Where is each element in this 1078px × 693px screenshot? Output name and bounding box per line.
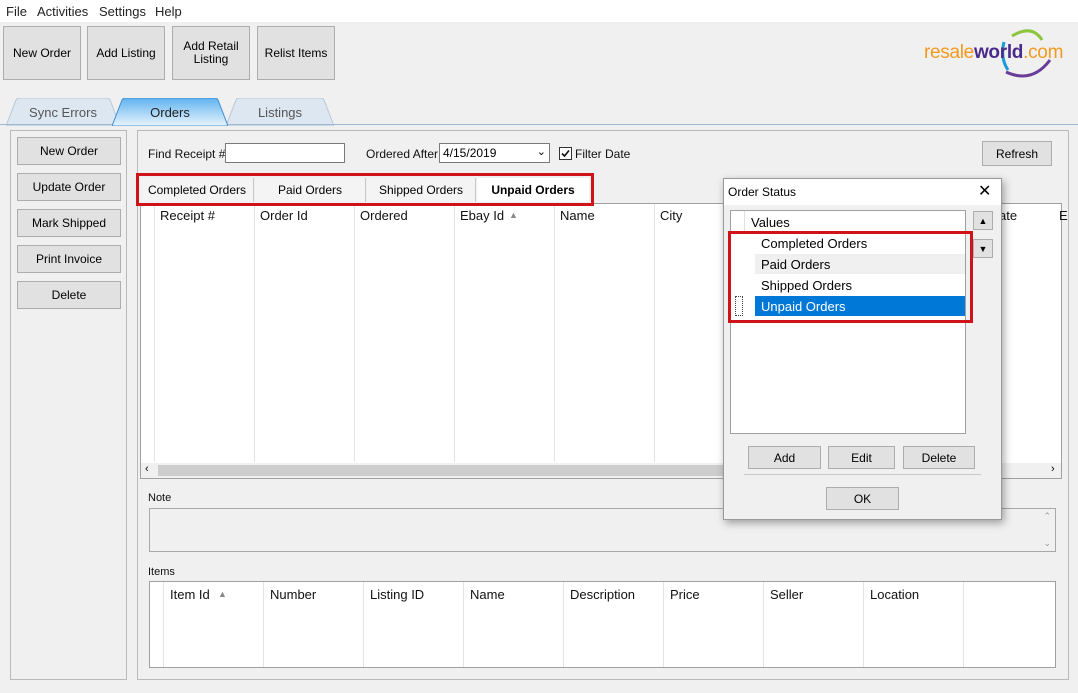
sort-ascending-icon: ▲ bbox=[509, 210, 518, 220]
items-col-name[interactable]: Name bbox=[470, 587, 505, 602]
menu-help[interactable]: Help bbox=[155, 4, 182, 19]
add-listing-button[interactable]: Add Listing bbox=[87, 26, 165, 80]
print-invoice-button[interactable]: Print Invoice bbox=[17, 245, 121, 273]
items-col-divider bbox=[863, 582, 864, 667]
items-col-description[interactable]: Description bbox=[570, 587, 635, 602]
values-header: Values bbox=[731, 211, 965, 233]
close-icon[interactable]: ✕ bbox=[978, 181, 991, 201]
items-label: Items bbox=[148, 566, 175, 578]
items-col-divider bbox=[963, 582, 964, 667]
order-status-dialog: Order Status ✕ Values Completed Orders P… bbox=[723, 178, 1002, 520]
grid-col-divider bbox=[154, 204, 155, 462]
chevron-down-icon: ⌄ bbox=[536, 146, 546, 158]
arrow-down-icon: ▼ bbox=[978, 243, 988, 254]
find-receipt-label: Find Receipt # bbox=[148, 147, 226, 161]
col-receipt[interactable]: Receipt # bbox=[160, 208, 215, 223]
status-tab-completed[interactable]: Completed Orders bbox=[141, 178, 254, 202]
dialog-add-button[interactable]: Add bbox=[748, 446, 821, 469]
checkmark-icon bbox=[561, 149, 570, 158]
note-label: Note bbox=[148, 492, 172, 504]
status-tab-shipped[interactable]: Shipped Orders bbox=[367, 178, 476, 202]
add-retail-listing-button[interactable]: Add Retail Listing bbox=[172, 26, 250, 80]
col-e-partial[interactable]: E bbox=[1059, 208, 1068, 223]
menu-activities[interactable]: Activities bbox=[37, 4, 88, 19]
new-order-side-button[interactable]: New Order bbox=[17, 137, 121, 165]
arrow-up-icon: ▲ bbox=[978, 215, 988, 226]
dialog-delete-button[interactable]: Delete bbox=[903, 446, 975, 469]
menu-file[interactable]: File bbox=[6, 4, 27, 19]
menu-bar: File Activities Settings Help bbox=[0, 0, 1078, 22]
items-col-price[interactable]: Price bbox=[670, 587, 700, 602]
tab-orders[interactable]: Orders bbox=[112, 98, 228, 126]
items-grid[interactable]: Item Id ▲ Number Listing ID Name Descrip… bbox=[149, 581, 1056, 668]
items-col-location[interactable]: Location bbox=[870, 587, 919, 602]
refresh-button[interactable]: Refresh bbox=[982, 141, 1052, 166]
logo-world-text: world bbox=[973, 42, 1024, 63]
delete-order-button[interactable]: Delete bbox=[17, 281, 121, 309]
items-col-divider bbox=[663, 582, 664, 667]
move-down-button[interactable]: ▼ bbox=[973, 239, 993, 258]
items-col-number[interactable]: Number bbox=[270, 587, 316, 602]
menu-settings[interactable]: Settings bbox=[99, 4, 146, 19]
update-order-button[interactable]: Update Order bbox=[17, 173, 121, 201]
values-highlight-box bbox=[728, 231, 973, 323]
toolbar: New Order Add Listing Add Retail Listing… bbox=[0, 22, 1078, 92]
mark-shipped-button[interactable]: Mark Shipped bbox=[17, 209, 121, 237]
status-tabs-highlight: Completed Orders Paid Orders Shipped Ord… bbox=[136, 173, 594, 206]
tab-orders-label: Orders bbox=[150, 104, 190, 120]
relist-items-button[interactable]: Relist Items bbox=[257, 26, 335, 80]
filter-date-checkbox[interactable] bbox=[559, 147, 572, 160]
items-col-seller[interactable]: Seller bbox=[770, 587, 803, 602]
tab-listings[interactable]: Listings bbox=[226, 98, 334, 126]
status-tab-unpaid[interactable]: Unpaid Orders bbox=[477, 178, 589, 202]
find-receipt-input[interactable] bbox=[225, 143, 345, 163]
tab-listings-label: Listings bbox=[257, 104, 303, 120]
grid-col-divider bbox=[254, 204, 255, 462]
header-divider bbox=[744, 211, 745, 233]
move-up-button[interactable]: ▲ bbox=[973, 211, 993, 230]
ordered-after-value: 4/15/2019 bbox=[443, 146, 497, 160]
items-col-divider bbox=[163, 582, 164, 667]
scroll-up-icon[interactable]: ⌃ bbox=[1043, 511, 1051, 522]
col-order-id[interactable]: Order Id bbox=[260, 208, 308, 223]
sort-ascending-icon: ▲ bbox=[218, 589, 227, 599]
logo-resale-text: resale bbox=[924, 42, 974, 63]
ordered-after-label: Ordered After bbox=[366, 147, 439, 161]
values-header-label: Values bbox=[751, 215, 790, 230]
items-col-divider bbox=[763, 582, 764, 667]
col-ordered[interactable]: Ordered bbox=[360, 208, 408, 223]
scroll-left-icon[interactable]: ‹ bbox=[145, 463, 149, 475]
col-city[interactable]: City bbox=[660, 208, 682, 223]
tab-sync-errors[interactable]: Sync Errors bbox=[6, 98, 120, 126]
resaleworld-logo: resaleworld.com bbox=[920, 26, 1076, 82]
items-col-divider bbox=[363, 582, 364, 667]
dialog-ok-button[interactable]: OK bbox=[826, 487, 899, 510]
dialog-separator bbox=[744, 474, 981, 475]
dialog-title: Order Status bbox=[728, 185, 797, 199]
logo-com-text: .com bbox=[1023, 42, 1064, 63]
items-col-listing-id[interactable]: Listing ID bbox=[370, 587, 424, 602]
items-col-divider bbox=[263, 582, 264, 667]
col-ebay-id[interactable]: Ebay Id bbox=[460, 208, 504, 223]
dialog-edit-button[interactable]: Edit bbox=[828, 446, 895, 469]
items-col-item-id[interactable]: Item Id bbox=[170, 587, 210, 602]
dialog-titlebar: Order Status ✕ bbox=[724, 179, 1001, 205]
grid-col-divider bbox=[354, 204, 355, 462]
ordered-after-date-picker[interactable]: 4/15/2019 ⌄ bbox=[439, 143, 550, 163]
filter-date-label: Filter Date bbox=[575, 147, 631, 161]
scroll-down-icon[interactable]: ⌄ bbox=[1043, 538, 1051, 549]
scroll-right-icon[interactable]: › bbox=[1051, 463, 1055, 475]
new-order-button[interactable]: New Order bbox=[3, 26, 81, 80]
grid-col-divider bbox=[454, 204, 455, 462]
grid-col-divider bbox=[654, 204, 655, 462]
status-tab-paid[interactable]: Paid Orders bbox=[255, 178, 366, 202]
grid-col-divider bbox=[554, 204, 555, 462]
items-col-divider bbox=[563, 582, 564, 667]
items-col-divider bbox=[463, 582, 464, 667]
scroll-thumb[interactable] bbox=[158, 465, 728, 476]
col-name[interactable]: Name bbox=[560, 208, 595, 223]
tab-sync-errors-label: Sync Errors bbox=[29, 104, 97, 120]
